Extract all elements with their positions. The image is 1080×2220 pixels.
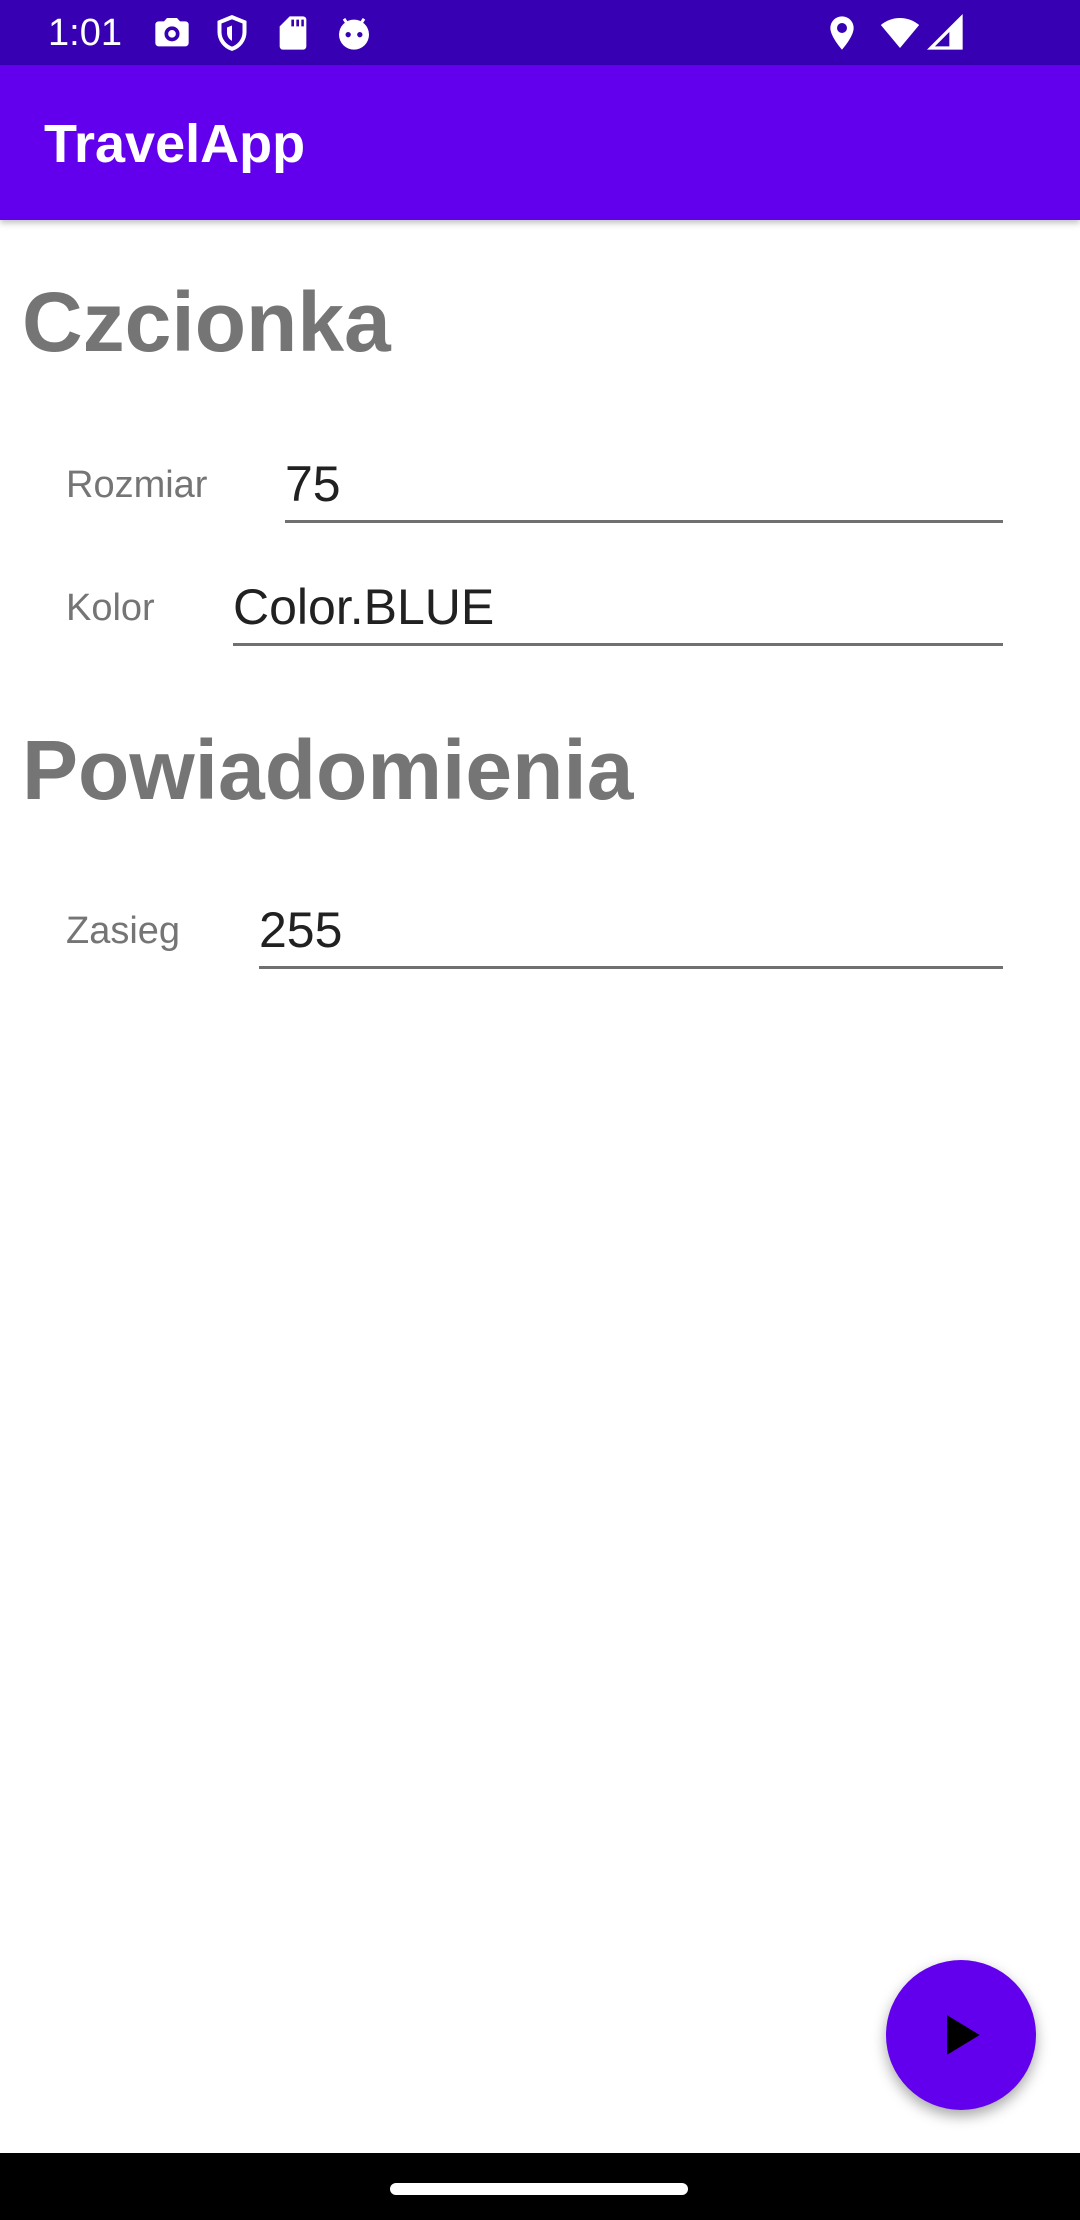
status-bar: 1:01	[0, 0, 1080, 65]
wifi-icon	[880, 13, 920, 53]
range-label: Zasieg	[66, 910, 181, 952]
section-title-font: Czcionka	[22, 275, 391, 369]
play-icon	[933, 2007, 989, 2063]
size-label: Rozmiar	[66, 464, 208, 506]
size-input[interactable]	[285, 448, 1003, 523]
camera-icon	[152, 13, 192, 53]
color-input[interactable]	[233, 571, 1003, 646]
location-pin-icon	[822, 13, 862, 53]
shield-icon	[212, 13, 252, 53]
range-input[interactable]	[259, 894, 1003, 969]
play-fab-button[interactable]	[886, 1960, 1036, 2110]
status-time: 1:01	[48, 12, 122, 54]
signal-icon	[926, 13, 966, 53]
sd-card-icon	[273, 13, 313, 53]
app-title: TravelApp	[44, 114, 306, 174]
android-debug-icon	[334, 13, 374, 53]
navigation-bar	[0, 2153, 1080, 2220]
app-bar: TravelApp	[0, 65, 1080, 220]
color-label: Kolor	[66, 587, 155, 629]
section-title-notifications: Powiadomienia	[22, 723, 634, 817]
home-gesture-handle[interactable]	[390, 2183, 688, 2195]
